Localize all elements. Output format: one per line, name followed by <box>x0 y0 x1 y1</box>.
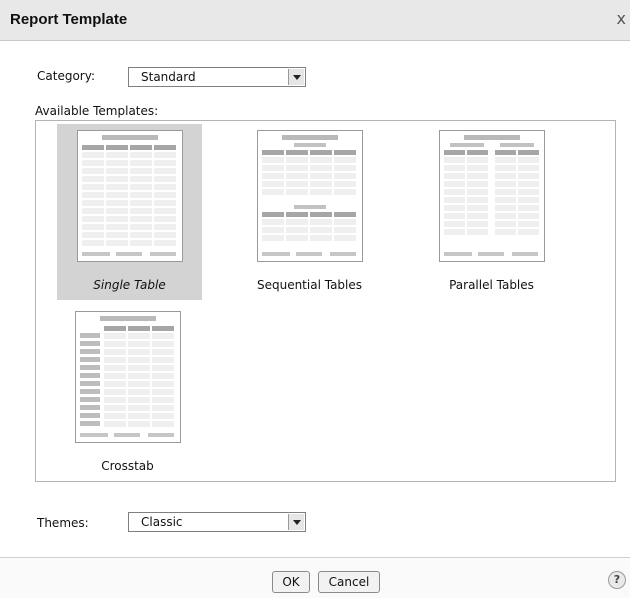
themes-select[interactable]: Classic <box>128 512 306 532</box>
themes-label: Themes: <box>37 516 89 530</box>
category-label: Category: <box>37 69 95 83</box>
dialog-footer: OK Cancel ? <box>0 557 630 598</box>
template-label: Parallel Tables <box>449 278 534 292</box>
parallel-tables-thumbnail-icon <box>439 130 545 262</box>
template-label: Sequential Tables <box>256 278 363 292</box>
sequential-tables-thumbnail-icon <box>257 130 363 262</box>
category-select-value: Standard <box>141 70 196 84</box>
category-select[interactable]: Standard <box>128 67 306 87</box>
available-templates-label: Available Templates: <box>35 104 159 118</box>
chevron-down-icon[interactable] <box>288 514 304 530</box>
template-label: Crosstab <box>101 459 154 473</box>
templates-panel: Single Table Sequential Tables Parallel … <box>35 120 616 482</box>
dialog-titlebar: Report Template x <box>0 0 630 41</box>
template-single-table[interactable]: Single Table <box>57 124 202 300</box>
cancel-button[interactable]: Cancel <box>318 571 380 593</box>
ok-button[interactable]: OK <box>272 571 310 593</box>
single-table-thumbnail-icon <box>77 130 183 262</box>
crosstab-thumbnail-icon <box>75 311 181 443</box>
themes-select-value: Classic <box>141 515 183 529</box>
template-crosstab[interactable]: Crosstab <box>55 305 200 481</box>
help-icon[interactable]: ? <box>608 571 626 589</box>
dialog-title: Report Template <box>10 11 128 28</box>
template-label: Single Table <box>93 278 166 292</box>
template-parallel-tables[interactable]: Parallel Tables <box>419 124 564 300</box>
chevron-down-icon[interactable] <box>288 69 304 85</box>
close-icon[interactable]: x <box>617 9 626 28</box>
report-template-dialog: Report Template x Category: Standard Ava… <box>0 0 630 598</box>
template-sequential-tables[interactable]: Sequential Tables <box>237 124 382 300</box>
